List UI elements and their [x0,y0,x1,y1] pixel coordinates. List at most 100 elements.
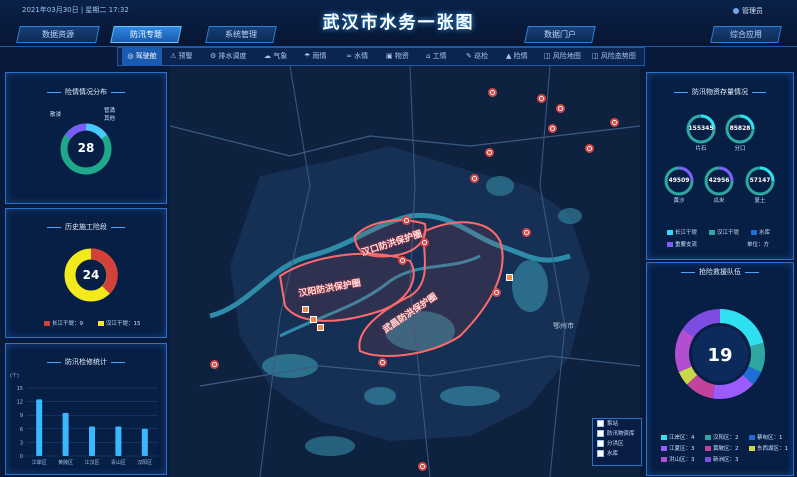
legend-item: 重要支流 [667,240,697,248]
legend-swatch [661,446,667,451]
nav-apps[interactable]: 综合应用 [710,26,782,43]
checkbox-icon[interactable] [597,450,604,457]
layer-materials[interactable]: 防汛物资库 [593,429,641,439]
tab-weather[interactable]: ☁ 气象 [264,48,287,65]
user-avatar-icon[interactable] [733,8,739,14]
map-square-marker[interactable] [506,274,513,281]
map-layer-legend: 泵站 防汛物资库 分洪区 水库 [592,418,642,466]
donut-segment [675,329,695,373]
material-label: 黄沙 [673,198,685,204]
bar [141,428,148,456]
material-label: 瓜米 [713,198,725,204]
x-tick-label: 青山区 [111,459,126,466]
material-value: 57147 [749,177,771,184]
legend-swatch [661,435,667,440]
nav-flood-topic[interactable]: 防汛专题 [110,26,182,43]
tab-works[interactable]: ⌂ 工情 [426,48,447,65]
tab-cockpit[interactable]: ◎ 驾驶舱 [122,48,162,65]
nav-data-resources[interactable]: 数据资源 [16,26,100,43]
map-marker[interactable] [548,124,557,133]
layer-pump[interactable]: 泵站 [593,419,641,429]
checkbox-icon[interactable] [597,440,604,447]
tab-danger[interactable]: ▲ 险情 [506,48,528,65]
x-tick-label: 黄陂区 [58,459,73,466]
map-marker[interactable] [585,144,594,153]
map-marker[interactable] [537,94,546,103]
materials-unit: 单位：方 [747,242,770,248]
y-tick-label: 3 [20,440,23,446]
legend-swatch [667,230,673,235]
map-canvas[interactable]: 汉口防洪保护圈 汉阳防洪保护圈 武昌防洪保护圈 鄂州市 [170,66,640,477]
layer-flood-area[interactable]: 分洪区 [593,439,641,449]
legend-item: 洪山区：3 [661,455,695,463]
nav-system-admin[interactable]: 系统管理 [205,26,277,43]
legend-item: 江岸区：4 [661,433,695,441]
map-marker[interactable] [522,228,531,237]
legend-swatch [98,321,104,326]
legend-swatch [709,230,715,235]
map-marker[interactable] [420,238,429,247]
panel-rescue-teams: 抢险救援队伍 19 江岸区：4 汉阳区：2 蔡甸区：1 江夏区：3 黄陂区：2 … [646,262,794,476]
panel-materials: 防汛物资存量情况 长江干堤 汉江干堤 水库 重要支流 单位：方 155345 片石… [646,72,794,260]
map-marker[interactable] [488,88,497,97]
risk-label: 其他 [104,116,116,122]
material-label: 片石 [695,146,707,152]
tab-materials[interactable]: ▣ 物资 [386,48,409,65]
map-marker[interactable] [402,216,411,225]
legend-swatch [705,446,711,451]
legend-item: 汉阳区：2 [705,433,739,441]
checkbox-icon[interactable] [597,420,604,427]
map-square-marker[interactable] [317,324,324,331]
legend-item: 新洲区：3 [705,455,739,463]
checkbox-icon[interactable] [597,430,604,437]
map-marker[interactable] [492,288,501,297]
map-marker[interactable] [556,104,565,113]
nav-data-portal[interactable]: 数据门户 [524,26,596,43]
legend-item: 蔡甸区：1 [749,433,783,441]
legend-swatch [751,230,757,235]
map-marker[interactable] [485,148,494,157]
tab-drainage[interactable]: ⚙ 排水调度 [210,48,247,65]
tab-water[interactable]: ≈ 水情 [346,48,368,65]
material-value: 155345 [688,125,714,132]
teams-total: 19 [707,345,733,366]
user-name[interactable]: 管理员 [742,6,763,16]
map-marker[interactable] [418,462,427,471]
material-label: 分口 [734,146,746,152]
legend-item: 长江干堤 [667,228,697,236]
risk-donut [60,123,112,175]
map-marker[interactable] [398,256,407,265]
layer-reservoir[interactable]: 水库 [593,449,641,459]
map-marker[interactable] [210,360,219,369]
map-marker[interactable] [378,358,387,367]
tab-risk-situation[interactable]: ◫ 风险态势图 [592,48,636,65]
tab-inspection[interactable]: ✎ 巡检 [466,48,488,65]
map-place-ezhou: 鄂州市 [553,322,574,330]
bar [36,399,43,456]
bar [89,426,95,456]
tab-warning[interactable]: ⚠ 预警 [170,48,193,65]
y-tick-label: 0 [20,454,23,460]
bar [62,412,69,456]
y-tick-label: 6 [20,427,23,433]
risk-total: 28 [77,141,95,155]
map-marker[interactable] [610,118,619,127]
x-tick-label: 江汉区 [84,459,99,466]
map-marker[interactable] [470,174,479,183]
legend-item: 长江干堤：9 [44,319,83,327]
legend-swatch [661,457,667,462]
map-square-marker[interactable] [310,316,317,323]
worksite-total: 24 [82,268,100,282]
legend-item: 汉江干堤：15 [98,319,141,327]
legend-swatch [749,435,755,440]
map-square-marker[interactable] [302,306,309,313]
y-tick-label: 15 [17,386,23,392]
map-svg [170,66,640,477]
tab-risk-map[interactable]: ◫ 风险地图 [544,48,581,65]
x-tick-label: 江岸区 [32,459,47,466]
donut-segment [742,366,762,385]
panel-worksite: 历史施工险段 24 长江干堤：9 汉江干堤：15 [5,208,167,338]
risk-label: 散浸 [50,112,62,118]
panel-inspection-stats: 防汛检修统计 (个) 0 3 6 9 12 15 江岸区 黄陂区 江汉区 青山区 汉阳区 [5,343,167,475]
tab-rain[interactable]: ☂ 雨情 [304,48,327,65]
